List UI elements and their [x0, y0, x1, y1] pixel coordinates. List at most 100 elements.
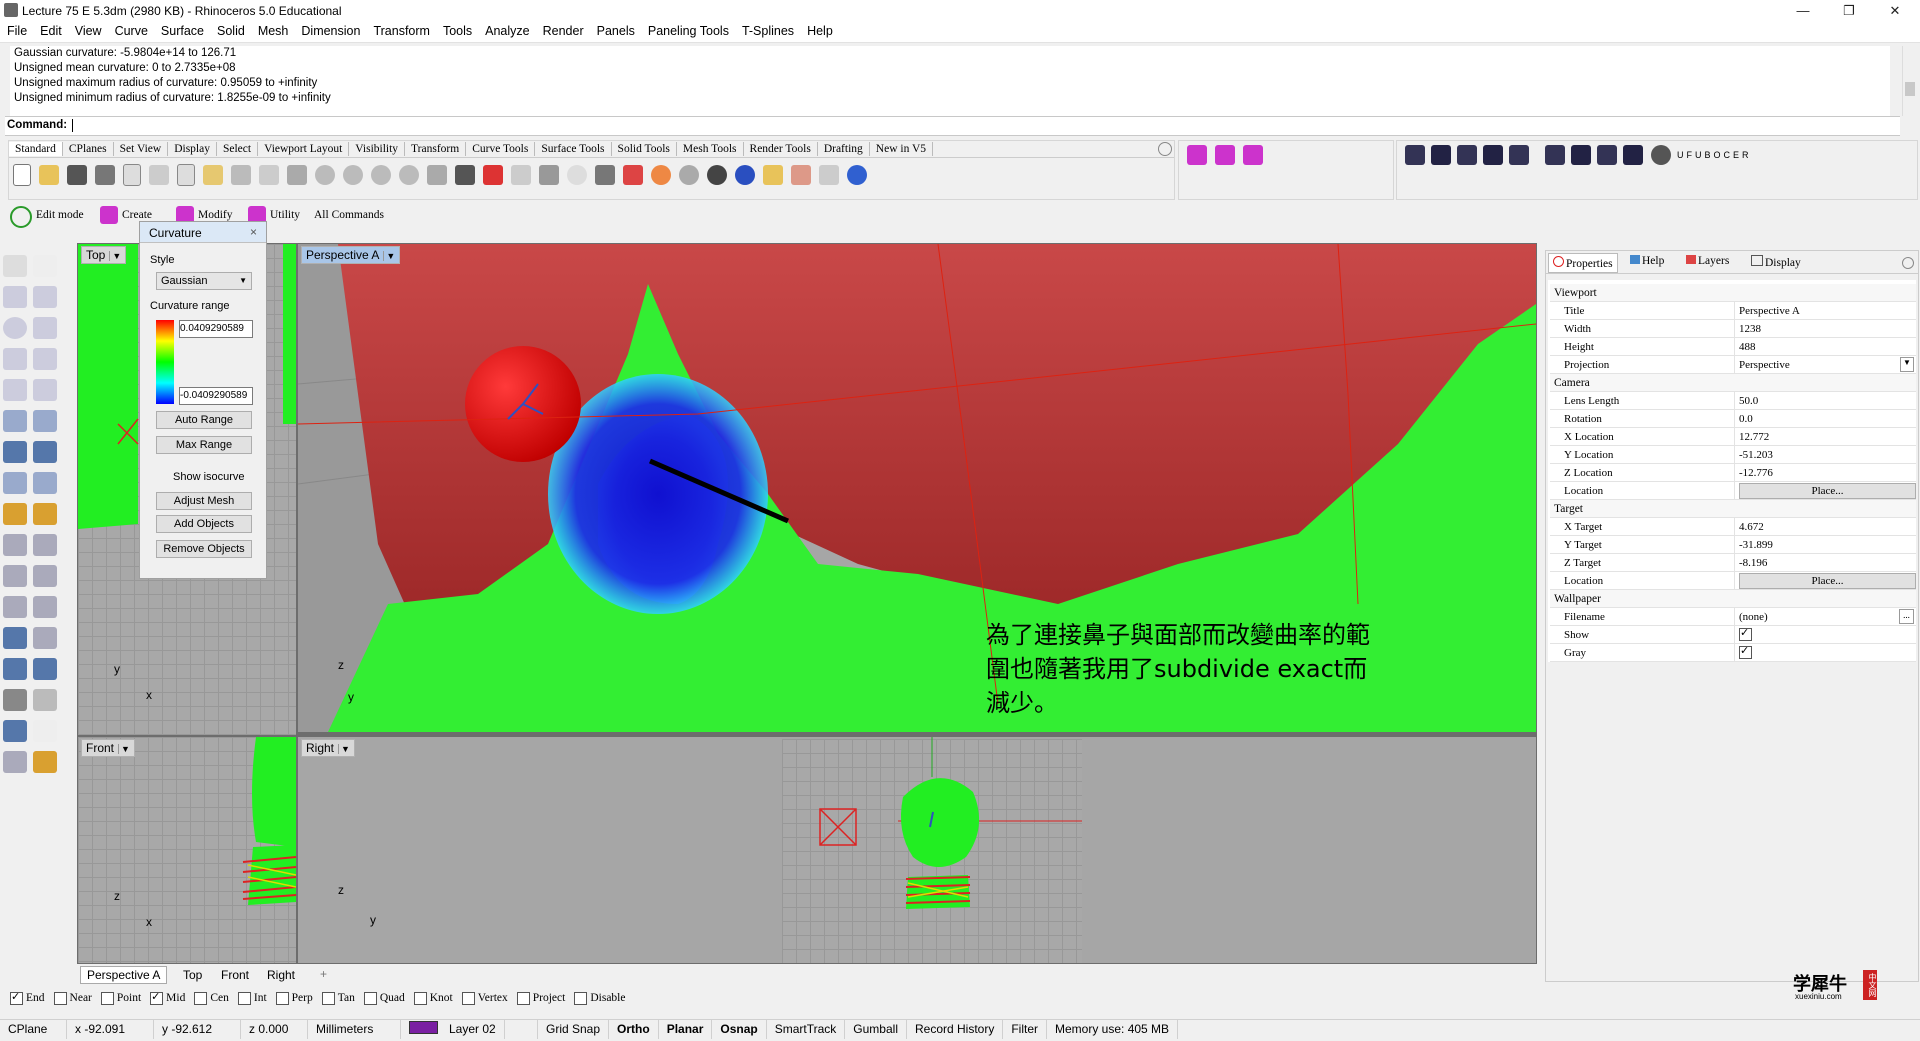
- width-value[interactable]: 1238: [1734, 319, 1916, 338]
- check-icon[interactable]: [33, 720, 57, 742]
- tab-curve-tools[interactable]: Curve Tools: [466, 142, 536, 156]
- max-range-button[interactable]: Max Range: [156, 436, 252, 454]
- right-viewport-label[interactable]: Right ▼: [301, 739, 355, 757]
- osnap-end[interactable]: End: [10, 990, 45, 1005]
- osnap-tan[interactable]: Tan: [321, 991, 355, 1005]
- vp-tab-perspective[interactable]: Perspective A: [80, 966, 168, 984]
- box-icon[interactable]: [3, 441, 27, 463]
- new-file-icon[interactable]: [13, 164, 31, 186]
- rotate-view-icon[interactable]: [287, 165, 307, 185]
- ellipse-icon[interactable]: [3, 379, 27, 401]
- command-line[interactable]: Command:: [5, 116, 1900, 136]
- tab-standard[interactable]: Standard: [9, 142, 63, 156]
- curvature-close-button[interactable]: ×: [250, 225, 257, 239]
- menu-file[interactable]: File: [0, 22, 33, 38]
- rectangle-icon[interactable]: [33, 348, 57, 370]
- copy-icon[interactable]: [177, 164, 195, 186]
- perspective-viewport-label[interactable]: Perspective A ▼: [301, 246, 401, 264]
- panel-tab-layers[interactable]: Layers: [1686, 255, 1729, 267]
- join-icon[interactable]: [3, 534, 27, 556]
- record-history-toggle[interactable]: Record History: [907, 1020, 1004, 1039]
- target-place-button[interactable]: Place...: [1739, 572, 1916, 589]
- osnap-perp[interactable]: Perp: [275, 991, 313, 1005]
- surface-icon[interactable]: [3, 410, 27, 432]
- browse-button[interactable]: ...: [1899, 609, 1914, 624]
- polygon-icon[interactable]: [3, 348, 27, 370]
- shaded-sphere-icon[interactable]: [679, 165, 699, 185]
- menu-tools[interactable]: Tools: [436, 22, 478, 38]
- undo-icon[interactable]: [231, 165, 251, 185]
- remove-objects-button[interactable]: Remove Objects: [156, 540, 252, 558]
- osnap-checkbox[interactable]: [321, 991, 335, 1005]
- menu-mesh[interactable]: Mesh: [251, 22, 295, 38]
- camera-place-button[interactable]: Place...: [1739, 482, 1916, 499]
- osnap-point[interactable]: Point: [100, 991, 141, 1005]
- osnap-checkbox[interactable]: [150, 990, 164, 1005]
- minimize-button[interactable]: —: [1780, 0, 1826, 22]
- rendered-sphere-icon[interactable]: [707, 165, 727, 185]
- osnap-quad[interactable]: Quad: [363, 991, 405, 1005]
- print-icon[interactable]: [95, 165, 115, 185]
- y-target-value[interactable]: -31.899: [1734, 535, 1916, 554]
- dot-grid-icon[interactable]: [3, 689, 27, 711]
- osnap-checkbox[interactable]: [413, 991, 427, 1005]
- toolbar-gear-icon[interactable]: [1158, 142, 1172, 156]
- style-dropdown[interactable]: Gaussian ▼: [156, 272, 252, 290]
- align-icon[interactable]: [33, 658, 57, 680]
- lock-icon[interactable]: [595, 165, 615, 185]
- perspective-viewport[interactable]: Perspective A ▼ 為了連接鼻子與面部而改變曲率的範圍也隨著我用了su…: [298, 244, 1536, 732]
- menu-paneling-tools[interactable]: Paneling Tools: [641, 22, 735, 38]
- x-location-value[interactable]: 12.772: [1734, 427, 1916, 446]
- add-objects-button[interactable]: Add Objects: [156, 515, 252, 533]
- circle-icon[interactable]: [3, 317, 27, 339]
- dimension-icon[interactable]: [819, 165, 839, 185]
- trim-icon[interactable]: [33, 534, 57, 556]
- osnap-near[interactable]: Near: [53, 991, 92, 1005]
- select-filter-icon[interactable]: [763, 165, 783, 185]
- render-plugin-icon-4[interactable]: [1483, 145, 1503, 165]
- tab-new-in-v5[interactable]: New in V5: [870, 142, 934, 156]
- render-plugin-icon-5[interactable]: [1509, 145, 1529, 165]
- menu-edit[interactable]: Edit: [33, 22, 68, 38]
- adjust-mesh-button[interactable]: Adjust Mesh: [156, 492, 252, 510]
- import-icon[interactable]: [123, 164, 141, 186]
- osnap-checkbox[interactable]: [10, 990, 23, 1005]
- menu-transform[interactable]: Transform: [366, 22, 436, 38]
- osnap-checkbox[interactable]: [363, 991, 377, 1005]
- menu-render[interactable]: Render: [536, 22, 590, 38]
- panel-tab-display[interactable]: Display: [1751, 255, 1801, 269]
- history-scrollbar[interactable]: [1902, 46, 1917, 116]
- vp-tab-right[interactable]: Right: [261, 967, 301, 983]
- scale-icon[interactable]: [33, 596, 57, 618]
- scroll-thumb[interactable]: [1905, 82, 1915, 96]
- vp-tab-top[interactable]: Top: [177, 967, 208, 983]
- osnap-checkbox[interactable]: [461, 991, 475, 1005]
- osnap-toggle[interactable]: Osnap: [712, 1020, 767, 1039]
- arc-icon[interactable]: [33, 317, 57, 339]
- open-file-icon[interactable]: [39, 165, 59, 185]
- vp-tab-front[interactable]: Front: [215, 967, 255, 983]
- analyze-icon[interactable]: [3, 720, 27, 742]
- height-value[interactable]: 488: [1734, 337, 1916, 356]
- osnap-vertex[interactable]: Vertex: [461, 991, 508, 1005]
- gumball-toggle[interactable]: Gumball: [845, 1020, 907, 1039]
- utility-button[interactable]: Utility: [270, 209, 300, 221]
- paste-icon[interactable]: [203, 165, 223, 185]
- explode-icon[interactable]: [33, 503, 57, 525]
- edit-mode-button[interactable]: Edit mode: [36, 209, 84, 221]
- grid-snap-toggle[interactable]: Grid Snap: [538, 1020, 610, 1039]
- top-viewport-label[interactable]: Top ▼: [81, 246, 127, 264]
- mesh-edit-icon[interactable]: [33, 472, 57, 494]
- units-indicator[interactable]: Millimeters: [308, 1020, 401, 1039]
- zoom-extents-icon[interactable]: [371, 165, 391, 185]
- smarttrack-toggle[interactable]: SmartTrack: [767, 1020, 846, 1039]
- point-icon[interactable]: [33, 255, 57, 277]
- close-button[interactable]: ✕: [1872, 0, 1918, 22]
- osnap-checkbox[interactable]: [194, 991, 208, 1005]
- osnap-disable[interactable]: Disable: [574, 991, 625, 1005]
- osnap-checkbox[interactable]: [100, 991, 114, 1005]
- osnap-checkbox[interactable]: [237, 991, 251, 1005]
- vp-tab-add-button[interactable]: +: [316, 967, 331, 981]
- zoom-selected-icon[interactable]: [399, 165, 419, 185]
- chevron-down-icon[interactable]: ▼: [118, 744, 130, 754]
